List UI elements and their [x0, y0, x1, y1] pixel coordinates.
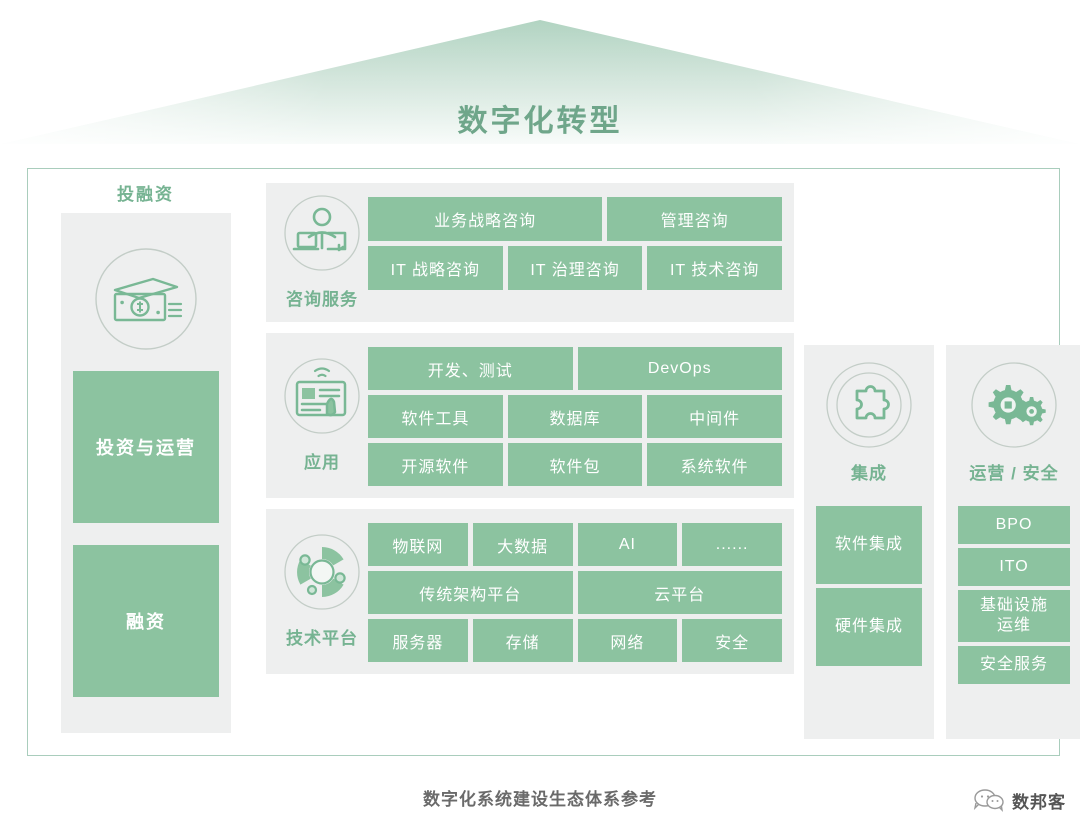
integration-column: 集成 软件集成 硬件集成	[804, 345, 934, 739]
person-laptop-consulting-icon	[284, 195, 360, 271]
tile-security-service[interactable]: 安全服务	[958, 646, 1070, 684]
application-tile-grid: 开发、测试 DevOps 软件工具 数据库 中间件 开源软件 软件包 系统软件	[368, 343, 783, 486]
integration-tiles: 软件集成 硬件集成	[816, 506, 922, 666]
tile-management-consulting[interactable]: 管理咨询	[607, 197, 782, 241]
tile-software-package[interactable]: 软件包	[507, 443, 643, 486]
page-title: 数字化转型	[457, 105, 623, 138]
brand-watermark: 数邦客	[972, 787, 1066, 813]
grid-row: IT 战略咨询 IT 治理咨询 IT 技术咨询	[368, 246, 783, 290]
tile-network[interactable]: 网络	[577, 619, 678, 662]
grid-row: 软件工具 数据库 中间件	[368, 395, 783, 438]
tile-ellipsis-more[interactable]: ......	[682, 523, 782, 566]
wechat-speech-bubbles-icon	[973, 789, 1004, 812]
tile-it-strategy-consulting[interactable]: IT 战略咨询	[368, 246, 503, 290]
tile-ai[interactable]: AI	[577, 523, 678, 566]
ecosystem-frame: 投融资 投资与运营 融资 咨询服务 业务战略咨询 管理咨询 IT 战略咨询 IT…	[27, 168, 1080, 756]
tile-middleware[interactable]: 中间件	[647, 395, 783, 438]
tile-open-source-software[interactable]: 开源软件	[368, 443, 503, 486]
tile-ito[interactable]: ITO	[958, 548, 1070, 586]
panel-application: 应用 开发、测试 DevOps 软件工具 数据库 中间件 开源软件 软件包 系统…	[266, 333, 794, 498]
tile-bpo[interactable]: BPO	[958, 506, 1070, 544]
brand-name: 数邦客	[1012, 792, 1066, 812]
tile-iot[interactable]: 物联网	[368, 523, 468, 566]
operations-security-column: 运营 / 安全 BPO ITO 基础设施 运维 安全服务	[946, 345, 1080, 739]
tile-it-technology-consulting[interactable]: IT 技术咨询	[647, 246, 783, 290]
tile-system-software[interactable]: 系统软件	[647, 443, 783, 486]
gear-donut-platform-icon	[284, 534, 360, 610]
tablet-touch-app-icon	[284, 358, 360, 434]
tile-server[interactable]: 服务器	[368, 619, 468, 662]
panel-technology-platform: 技术平台 物联网 大数据 AI ...... 传统架构平台 云平台 服务器 存储…	[266, 509, 794, 674]
tile-software-integration[interactable]: 软件集成	[816, 506, 922, 584]
panel-label-consulting: 咨询服务	[286, 290, 358, 309]
tile-database[interactable]: 数据库	[507, 395, 643, 438]
tile-dev-test[interactable]: 开发、测试	[368, 347, 573, 390]
tile-traditional-architecture-platform[interactable]: 传统架构平台	[368, 571, 573, 614]
grid-row: 开发、测试 DevOps	[368, 347, 782, 390]
gears-operations-security-icon	[971, 362, 1057, 448]
finance-tile-financing[interactable]: 融资	[73, 545, 219, 697]
grid-row: 物联网 大数据 AI ......	[368, 523, 782, 566]
tile-storage[interactable]: 存储	[472, 619, 573, 662]
tile-devops[interactable]: DevOps	[577, 347, 782, 390]
diagram-root: 数字化转型 投融资 投资与运营 融资 咨询服务 业务战略咨询 管理咨询 IT 战…	[0, 0, 1080, 838]
finance-column-body: 投资与运营 融资	[61, 213, 231, 733]
finance-tile-investment-operation[interactable]: 投资与运营	[73, 371, 219, 523]
panel-label-technology-platform: 技术平台	[286, 629, 358, 648]
grid-row: 业务战略咨询 管理咨询	[368, 197, 782, 241]
tile-security[interactable]: 安全	[682, 619, 782, 662]
integration-label: 集成	[851, 464, 887, 483]
panel-label-application: 应用	[304, 453, 340, 472]
money-cash-icon	[73, 235, 219, 363]
panel-consulting: 咨询服务 业务战略咨询 管理咨询 IT 战略咨询 IT 治理咨询 IT 技术咨询	[266, 183, 794, 322]
puzzle-piece-integration-icon	[826, 362, 912, 448]
tile-cloud-platform[interactable]: 云平台	[577, 571, 782, 614]
tile-it-governance-consulting[interactable]: IT 治理咨询	[507, 246, 643, 290]
grid-row: 开源软件 软件包 系统软件	[368, 443, 783, 486]
tile-hardware-integration[interactable]: 硬件集成	[816, 588, 922, 666]
finance-column-header: 投融资	[117, 185, 174, 204]
finance-column: 投融资 投资与运营 融资	[44, 177, 247, 739]
tile-big-data[interactable]: 大数据	[472, 523, 573, 566]
operations-security-label: 运营 / 安全	[969, 464, 1059, 483]
figure-caption: 数字化系统建设生态体系参考	[423, 790, 657, 809]
tile-software-tools[interactable]: 软件工具	[368, 395, 503, 438]
operations-security-tiles: BPO ITO 基础设施 运维 安全服务	[958, 506, 1070, 684]
consulting-tile-grid: 业务战略咨询 管理咨询 IT 战略咨询 IT 治理咨询 IT 技术咨询	[368, 193, 783, 310]
middle-column: 咨询服务 业务战略咨询 管理咨询 IT 战略咨询 IT 治理咨询 IT 技术咨询	[266, 183, 794, 685]
tile-business-strategy-consulting[interactable]: 业务战略咨询	[368, 197, 603, 241]
grid-row: 服务器 存储 网络 安全	[368, 619, 782, 662]
technology-tile-grid: 物联网 大数据 AI ...... 传统架构平台 云平台 服务器 存储 网络 安…	[368, 519, 782, 662]
roof-pediment: 数字化转型	[0, 18, 1080, 146]
grid-row: 传统架构平台 云平台	[368, 571, 782, 614]
tile-infrastructure-ops[interactable]: 基础设施 运维	[958, 590, 1070, 642]
